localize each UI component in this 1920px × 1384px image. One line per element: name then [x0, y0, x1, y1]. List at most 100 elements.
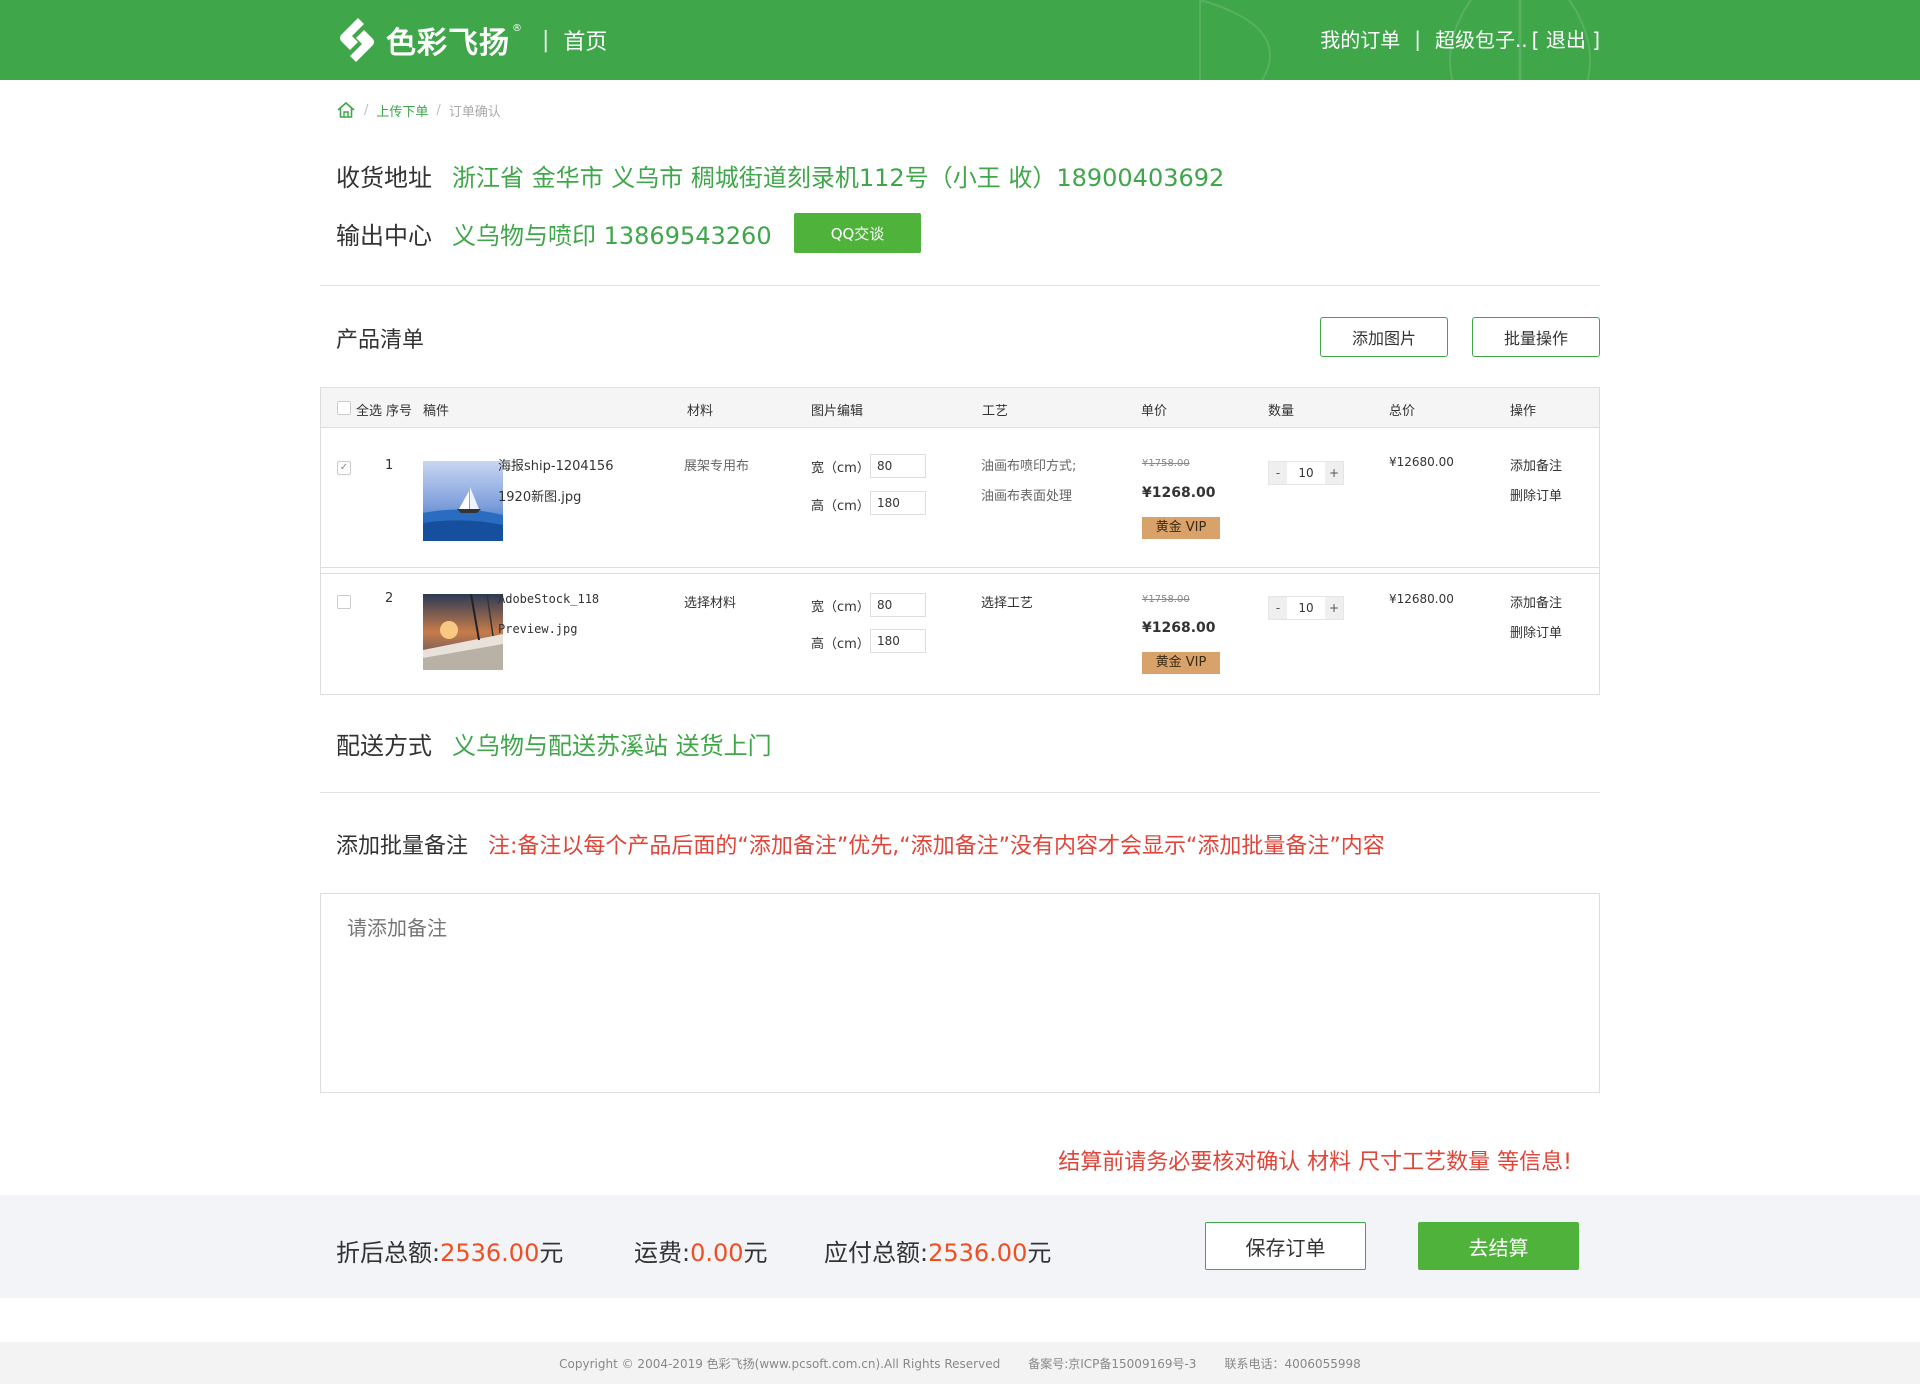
- col-craft: 工艺: [982, 404, 1009, 419]
- col-ops: 操作: [1510, 404, 1537, 419]
- logout-link[interactable]: [ 退出 ]: [1532, 24, 1600, 53]
- table-row: ✓ 1 海报ship-1204156 1920新图.jpg 展架专用布 宽（cm…: [321, 428, 1599, 556]
- width-input[interactable]: 80: [870, 454, 926, 478]
- user-menu: 我的订单 | 超级包子.. [ 退出 ]: [1320, 24, 1600, 53]
- currency-unit: 元: [743, 1239, 768, 1267]
- divider: [320, 792, 1600, 793]
- qty-input[interactable]: 10: [1287, 462, 1325, 484]
- output-center-label: 输出中心: [336, 222, 432, 250]
- add-note-link[interactable]: 添加备注: [1510, 592, 1562, 611]
- footer-icp[interactable]: 备案号:京ICP备15009169号-3: [1028, 1355, 1196, 1372]
- freight: 运费:0.00元: [634, 1233, 768, 1268]
- footer-copyright: Copyright © 2004-2019 色彩飞扬(www.pcsoft.co…: [559, 1356, 1001, 1371]
- quantity-stepper: - 10 +: [1268, 461, 1344, 485]
- craft-line1[interactable]: 油画布喷印方式;: [981, 455, 1076, 474]
- add-image-button[interactable]: 添加图片: [1320, 317, 1448, 357]
- qty-input[interactable]: 10: [1287, 597, 1325, 619]
- col-unit-price: 单价: [1141, 404, 1168, 419]
- address-row: 收货地址 浙江省 金华市 义乌市 稠城街道刻录机112号（小王 收）189004…: [336, 158, 1224, 193]
- batch-note-label: 添加批量备注: [336, 834, 469, 859]
- breadcrumb-sep: /: [364, 102, 369, 118]
- payable-total-label: 应付总额:: [824, 1239, 929, 1267]
- brand-logo[interactable]: 色彩飞扬 ® | 首页: [336, 14, 607, 66]
- material-select[interactable]: 展架专用布: [684, 455, 749, 474]
- user-name[interactable]: 超级包子..: [1435, 24, 1528, 53]
- craft-line2[interactable]: 油画布表面处理: [981, 485, 1072, 504]
- qty-plus-button[interactable]: +: [1325, 462, 1343, 484]
- address-label: 收货地址: [336, 164, 432, 192]
- output-center-value: 义乌物与喷印 13869543260: [452, 222, 772, 250]
- row-checkbox[interactable]: [337, 595, 351, 609]
- delete-order-link[interactable]: 删除订单: [1510, 622, 1562, 641]
- breadcrumb-sep: /: [436, 102, 441, 118]
- checkout-button[interactable]: 去结算: [1418, 1222, 1579, 1270]
- col-file: 稿件: [423, 404, 450, 419]
- col-index: 序号: [386, 404, 413, 419]
- product-thumbnail[interactable]: [423, 594, 503, 670]
- sailboat-image-icon: [423, 461, 503, 541]
- save-order-button[interactable]: 保存订单: [1205, 1222, 1366, 1270]
- qq-chat-button[interactable]: QQ交谈: [794, 213, 921, 253]
- row-divider: [321, 567, 1599, 568]
- row-index: 1: [385, 458, 394, 473]
- footer: Copyright © 2004-2019 色彩飞扬(www.pcsoft.co…: [0, 1342, 1920, 1384]
- row-checkbox[interactable]: ✓: [337, 461, 351, 475]
- file-name-line2: Preview.jpg: [498, 622, 578, 636]
- shipping-label: 配送方式: [336, 732, 432, 760]
- select-all-checkbox[interactable]: [337, 401, 351, 415]
- yacht-image-icon: [423, 594, 503, 670]
- payable-total: 应付总额:2536.00元: [824, 1233, 1051, 1268]
- add-note-link[interactable]: 添加备注: [1510, 455, 1562, 474]
- breadcrumb: / 上传下单 / 订单确认: [336, 100, 501, 120]
- nav-home-link[interactable]: 首页: [563, 24, 607, 56]
- my-orders-link[interactable]: 我的订单: [1320, 24, 1400, 53]
- shipping-value[interactable]: 义乌物与配送苏溪站 送货上门: [452, 726, 772, 761]
- table-header: 全选 序号 稿件 材料 图片编辑 工艺 单价 数量 总价 操作: [321, 388, 1599, 428]
- col-total: 总价: [1389, 404, 1416, 419]
- unit-price: ¥1268.00: [1142, 485, 1216, 501]
- qty-minus-button[interactable]: -: [1269, 597, 1287, 619]
- batch-note-textarea[interactable]: [320, 893, 1600, 1093]
- currency-unit: 元: [1027, 1239, 1052, 1267]
- col-qty: 数量: [1268, 404, 1295, 419]
- height-input[interactable]: 180: [870, 629, 926, 653]
- top-bar: 色彩飞扬 ® | 首页 我的订单 | 超级包子.. [ 退出 ]: [0, 0, 1920, 80]
- width-label: 宽（cm）: [811, 600, 870, 615]
- breadcrumb-current: 订单确认: [448, 104, 501, 120]
- menu-pipe: |: [1414, 26, 1421, 51]
- discount-total-value: 2536.00: [440, 1239, 540, 1267]
- col-select-all: 全选: [356, 404, 383, 419]
- vip-badge: 黄金 VIP: [1142, 517, 1220, 539]
- qty-plus-button[interactable]: +: [1325, 597, 1343, 619]
- checkout-warning: 结算前请务必要核对确认 材料 尺寸工艺数量 等信息!: [1058, 1150, 1572, 1175]
- width-input[interactable]: 80: [870, 593, 926, 617]
- height-input[interactable]: 180: [870, 491, 926, 515]
- file-name-line2: 1920新图.jpg: [498, 490, 582, 505]
- col-material: 材料: [687, 404, 714, 419]
- original-price: ¥1758.00: [1142, 458, 1190, 469]
- height-label: 高（cm）: [811, 499, 870, 514]
- batch-note-tip: 注:备注以每个产品后面的“添加备注”优先,“添加备注”没有内容才会显示“添加批量…: [488, 834, 1385, 859]
- brand-logo-icon: [340, 18, 374, 62]
- original-price: ¥1758.00: [1142, 594, 1190, 605]
- product-thumbnail[interactable]: [423, 461, 503, 541]
- breadcrumb-upload[interactable]: 上传下单: [376, 101, 428, 120]
- width-label: 宽（cm）: [811, 461, 870, 476]
- order-summary-bar: 折后总额:2536.00元 运费:0.00元 应付总额:2536.00元: [0, 1195, 1920, 1298]
- batch-note-row: 添加批量备注 注:备注以每个产品后面的“添加备注”优先,“添加备注”没有内容才会…: [336, 828, 1385, 860]
- brand-name: 色彩飞扬: [386, 26, 510, 61]
- batch-operation-button[interactable]: 批量操作: [1472, 317, 1600, 357]
- height-label: 高（cm）: [811, 637, 870, 652]
- address-value: 浙江省 金华市 义乌市 稠城街道刻录机112号（小王 收）18900403692: [452, 164, 1225, 192]
- craft-select[interactable]: 选择工艺: [981, 592, 1033, 611]
- qty-minus-button[interactable]: -: [1269, 462, 1287, 484]
- unit-price: ¥1268.00: [1142, 620, 1216, 636]
- freight-value: 0.00: [690, 1239, 744, 1267]
- discount-total: 折后总额:2536.00元: [336, 1233, 563, 1268]
- row-total: ¥12680.00: [1389, 592, 1454, 606]
- nav-separator: |: [542, 27, 550, 53]
- material-select[interactable]: 选择材料: [684, 592, 736, 611]
- delete-order-link[interactable]: 删除订单: [1510, 485, 1562, 504]
- home-icon[interactable]: [336, 100, 356, 120]
- file-name-line1: 海报ship-1204156: [498, 459, 614, 474]
